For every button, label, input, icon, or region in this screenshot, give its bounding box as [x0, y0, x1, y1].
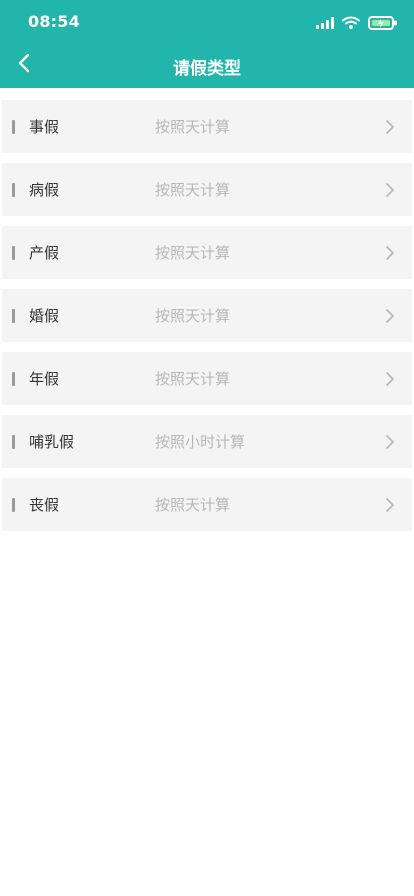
wifi-icon — [342, 16, 360, 30]
leave-type-calculation: 按照天计算 — [155, 181, 231, 199]
leave-type-row[interactable]: 产假 按照天计算 — [2, 226, 412, 279]
leave-type-row[interactable]: 哺乳假 按照小时计算 — [2, 415, 412, 468]
leave-type-list: 事假 按照天计算 病假 按照天计算 产假 按照天计算 婚假 按照天计算 年假 按… — [0, 100, 414, 541]
chevron-right-icon — [376, 289, 404, 342]
leave-type-row[interactable]: 丧假 按照天计算 — [2, 478, 412, 531]
status-time: 08:54 — [28, 12, 80, 31]
leave-type-name: 哺乳假 — [29, 433, 75, 451]
accent-bar — [12, 497, 15, 512]
chevron-right-icon — [376, 163, 404, 216]
leave-type-row[interactable]: 婚假 按照天计算 — [2, 289, 412, 342]
chevron-right-icon — [376, 100, 404, 153]
leave-type-calculation: 按照天计算 — [155, 307, 231, 325]
accent-bar — [12, 182, 15, 197]
leave-type-name: 年假 — [29, 370, 60, 388]
chevron-right-icon — [376, 352, 404, 405]
chevron-right-icon — [376, 226, 404, 279]
header: 08:54 请假类型 — [0, 0, 414, 88]
leave-type-calculation: 按照天计算 — [155, 244, 231, 262]
leave-type-calculation: 按照天计算 — [155, 496, 231, 514]
leave-type-calculation: 按照天计算 — [155, 118, 231, 136]
battery-charging-icon — [368, 16, 398, 30]
leave-type-row[interactable]: 病假 按照天计算 — [2, 163, 412, 216]
leave-type-name: 事假 — [29, 118, 60, 136]
leave-type-name: 病假 — [29, 181, 60, 199]
leave-type-calculation: 按照天计算 — [155, 370, 231, 388]
leave-type-name: 丧假 — [29, 496, 60, 514]
leave-type-row[interactable]: 年假 按照天计算 — [2, 352, 412, 405]
status-icons — [316, 14, 398, 32]
leave-type-row[interactable]: 事假 按照天计算 — [2, 100, 412, 153]
accent-bar — [12, 434, 15, 449]
accent-bar — [12, 371, 15, 386]
accent-bar — [12, 119, 15, 134]
leave-type-calculation: 按照小时计算 — [155, 433, 246, 451]
chevron-right-icon — [376, 478, 404, 531]
app-screen: 08:54 请假类型 事假 按照天计算 病假 按照天计算 产假 按照天计算 婚假… — [0, 0, 414, 896]
signal-icon — [316, 17, 334, 29]
accent-bar — [12, 245, 15, 260]
page-title: 请假类型 — [173, 59, 241, 79]
leave-type-name: 产假 — [29, 244, 60, 262]
chevron-right-icon — [376, 415, 404, 468]
accent-bar — [12, 308, 15, 323]
leave-type-name: 婚假 — [29, 307, 60, 325]
